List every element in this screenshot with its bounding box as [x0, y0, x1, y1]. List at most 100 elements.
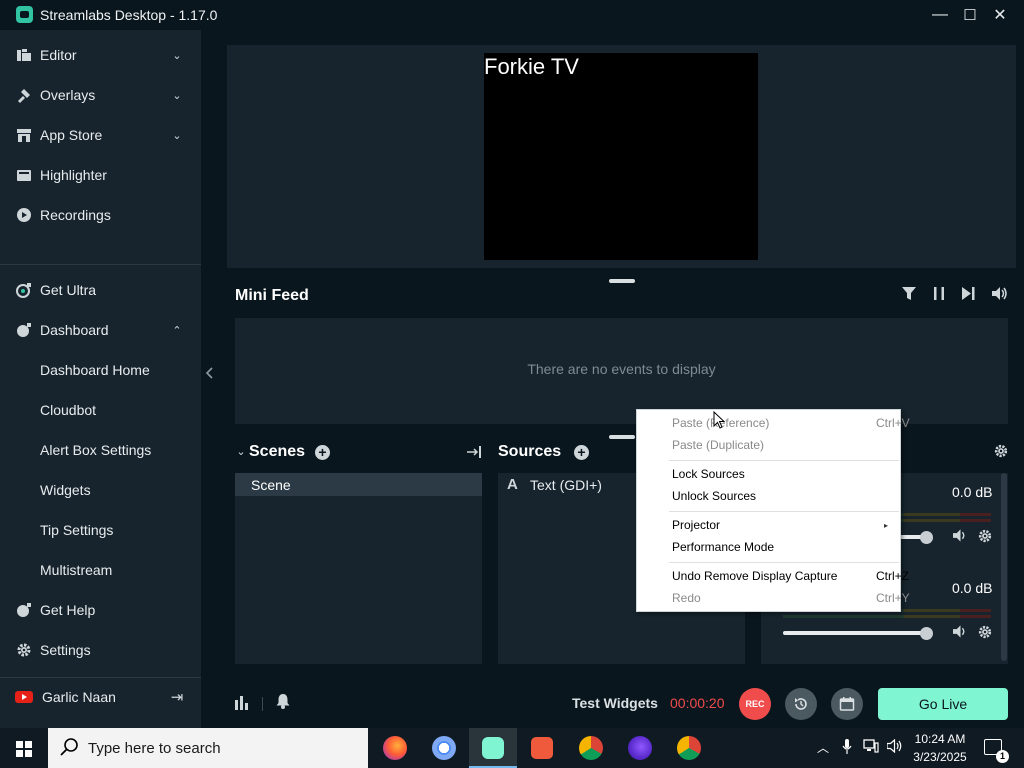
pause-icon[interactable] — [930, 287, 948, 305]
sidebar-item-label: App Store — [40, 127, 103, 143]
audio-settings-gear-icon[interactable] — [977, 625, 993, 641]
resize-handle[interactable] — [609, 279, 635, 283]
replay-buffer-button[interactable] — [785, 688, 817, 720]
logout-icon[interactable]: ⇥ — [170, 688, 184, 706]
go-live-button[interactable]: Go Live — [878, 688, 1008, 720]
taskbar-chrome[interactable] — [665, 728, 713, 768]
sidebar-item-label: Highlighter — [40, 167, 107, 183]
volume-slider[interactable] — [783, 631, 926, 635]
sidebar-item-label: Settings — [40, 642, 91, 658]
firefox-icon — [628, 736, 652, 760]
close-button[interactable]: ✕ — [985, 0, 1015, 30]
menu-item-performance-mode[interactable]: Performance Mode — [672, 537, 897, 558]
sidebar-item-label: Recordings — [40, 207, 111, 223]
taskbar-firefox[interactable] — [616, 728, 664, 768]
menu-item-paste-reference[interactable]: Paste (Reference) Ctrl+V — [672, 413, 910, 434]
menu-item-label: Redo — [672, 591, 701, 605]
skip-icon[interactable] — [960, 287, 978, 305]
chevron-left-icon[interactable] — [202, 366, 218, 388]
sidebar-item-editor[interactable]: Editor ⌄ — [0, 35, 201, 75]
maximize-button[interactable]: ☐ — [955, 0, 985, 30]
menu-item-lock-sources[interactable]: Lock Sources — [672, 464, 897, 485]
collapse-chevron-icon[interactable]: ⌄ — [233, 444, 249, 460]
search-placeholder: Type here to search — [88, 740, 221, 757]
dashboard-icon — [16, 322, 32, 338]
bell-icon[interactable] — [276, 694, 292, 710]
taskbar-firefox-dev[interactable] — [371, 728, 419, 768]
taskbar-chromium[interactable] — [420, 728, 468, 768]
scene-transition-icon[interactable] — [466, 445, 482, 461]
test-widgets-button[interactable]: Test Widgets — [572, 695, 658, 711]
volume-icon[interactable] — [991, 287, 1009, 305]
speaker-volume-icon[interactable] — [886, 738, 904, 757]
audio-settings-gear-icon[interactable] — [977, 529, 993, 545]
stats-chart-icon[interactable] — [235, 696, 251, 712]
sidebar-item-highlighter[interactable]: Highlighter — [0, 155, 201, 195]
clock-date[interactable]: 3/23/2025 — [913, 750, 967, 764]
add-source-icon[interactable]: + — [574, 445, 589, 460]
context-menu: Paste (Reference) Ctrl+V Paste (Duplicat… — [636, 409, 910, 612]
sidebar-item-overlays[interactable]: Overlays ⌄ — [0, 75, 201, 115]
taskbar-streamlabs[interactable] — [469, 728, 517, 768]
sidebar-subitem-widgets[interactable]: Widgets — [0, 470, 201, 510]
sidebar-item-settings[interactable]: Settings — [0, 630, 201, 670]
menu-item-projector[interactable]: Projector ▸ — [672, 515, 897, 536]
sidebar-item-recordings[interactable]: Recordings — [0, 195, 201, 235]
title-bar: Streamlabs Desktop - 1.17.0 — ☐ ✕ — [0, 0, 1024, 30]
record-button[interactable]: REC — [739, 688, 771, 720]
sidebar-item-app-store[interactable]: App Store ⌄ — [0, 115, 201, 155]
chrome-icon — [579, 736, 603, 760]
schedule-calendar-button[interactable] — [831, 688, 863, 720]
scenes-title: Scenes — [249, 443, 306, 460]
overlays-icon — [16, 87, 32, 103]
gear-icon — [16, 642, 32, 658]
preview-canvas[interactable] — [484, 53, 758, 260]
sidebar-item-label: Editor — [40, 47, 77, 63]
volume-slider-knob[interactable] — [920, 531, 933, 544]
sidebar-item-dashboard[interactable]: Dashboard ⌃ — [0, 310, 201, 350]
help-icon — [16, 602, 32, 618]
menu-item-redo[interactable]: Redo Ctrl+Y — [672, 588, 910, 609]
preview-text-source: Forkie TV — [484, 54, 579, 79]
add-scene-icon[interactable]: + — [315, 445, 330, 460]
sidebar-subitem-dashboard-home[interactable]: Dashboard Home — [0, 350, 201, 390]
source-label[interactable]: Text (GDI+) — [530, 477, 602, 493]
menu-item-paste-duplicate[interactable]: Paste (Duplicate) — [672, 435, 897, 456]
taskbar-app-red[interactable] — [518, 728, 566, 768]
sidebar-item-label: Overlays — [40, 87, 96, 103]
sidebar-item-get-ultra[interactable]: Get Ultra — [0, 270, 201, 310]
user-profile[interactable]: Garlic Naan ⇥ — [0, 677, 201, 717]
mixer-scrollbar[interactable] — [1001, 473, 1007, 661]
recording-timer: 00:00:20 — [670, 695, 725, 711]
sidebar-subitem-cloudbot[interactable]: Cloudbot — [0, 390, 201, 430]
microphone-icon[interactable] — [838, 739, 856, 757]
mute-speaker-icon[interactable] — [952, 625, 968, 641]
menu-shortcut: Ctrl+Z — [876, 569, 909, 583]
sidebar-item-get-help[interactable]: Get Help — [0, 590, 201, 630]
mute-speaker-icon[interactable] — [952, 529, 968, 545]
menu-item-undo[interactable]: Undo Remove Display Capture Ctrl+Z — [672, 566, 909, 587]
store-icon — [16, 127, 32, 143]
mixer-settings-gear-icon[interactable] — [993, 444, 1009, 460]
filter-icon[interactable] — [900, 287, 918, 305]
sidebar-subitem-alert-box-settings[interactable]: Alert Box Settings — [0, 430, 201, 470]
audio-meter — [783, 615, 991, 618]
clock-time[interactable]: 10:24 AM — [913, 732, 967, 746]
chevron-down-icon: ⌄ — [172, 49, 182, 62]
taskbar-chrome-profile[interactable] — [567, 728, 615, 768]
sidebar-subitem-tip-settings[interactable]: Tip Settings — [0, 510, 201, 550]
minimize-button[interactable]: — — [925, 0, 955, 30]
resize-handle[interactable] — [609, 435, 635, 439]
sidebar-subitem-multistream[interactable]: Multistream — [0, 550, 201, 590]
submenu-arrow-icon: ▸ — [884, 521, 889, 530]
menu-item-label: Unlock Sources — [672, 489, 757, 503]
search-icon — [60, 737, 80, 762]
sidebar: Editor ⌄ Overlays ⌄ App Store ⌄ Highligh… — [0, 30, 201, 728]
notification-count-badge: 1 — [996, 750, 1009, 763]
volume-slider-knob[interactable] — [920, 627, 933, 640]
sidebar-item-label: Dashboard Home — [40, 362, 150, 378]
menu-item-unlock-sources[interactable]: Unlock Sources — [672, 486, 897, 507]
tray-chevron-up-icon[interactable]: ︿ — [814, 739, 832, 757]
menu-item-label: Undo Remove Display Capture — [672, 569, 838, 583]
network-icon[interactable] — [862, 739, 880, 757]
